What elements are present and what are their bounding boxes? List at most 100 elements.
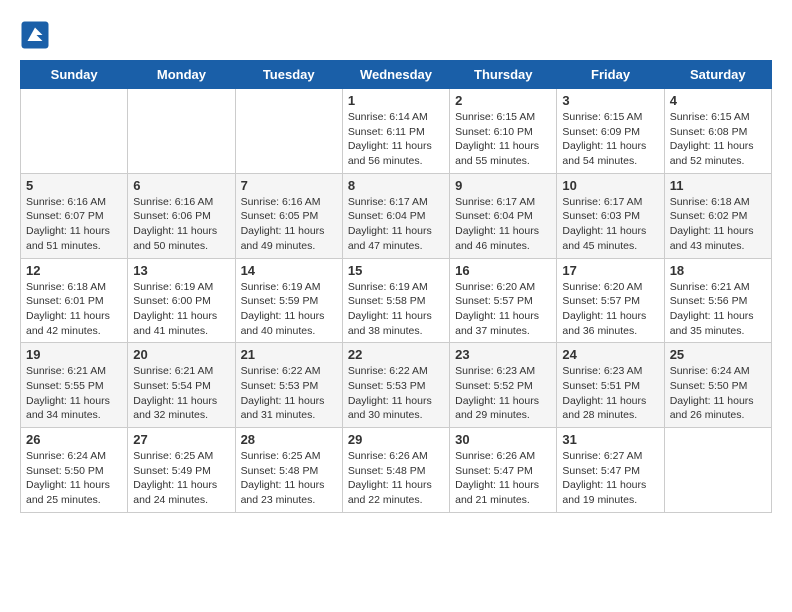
calendar-body: 1 Sunrise: 6:14 AMSunset: 6:11 PMDaylight… [21, 89, 772, 513]
calendar-cell: 17 Sunrise: 6:20 AMSunset: 5:57 PMDayligh… [557, 258, 664, 343]
day-number: 16 [455, 263, 551, 278]
cell-info: Sunrise: 6:25 AMSunset: 5:48 PMDaylight:… [241, 449, 337, 508]
calendar-cell: 10 Sunrise: 6:17 AMSunset: 6:03 PMDayligh… [557, 173, 664, 258]
day-number: 27 [133, 432, 229, 447]
day-number: 25 [670, 347, 766, 362]
cell-info: Sunrise: 6:25 AMSunset: 5:49 PMDaylight:… [133, 449, 229, 508]
day-number: 5 [26, 178, 122, 193]
day-header-tuesday: Tuesday [235, 61, 342, 89]
cell-info: Sunrise: 6:19 AMSunset: 6:00 PMDaylight:… [133, 280, 229, 339]
cell-info: Sunrise: 6:23 AMSunset: 5:52 PMDaylight:… [455, 364, 551, 423]
day-number: 30 [455, 432, 551, 447]
calendar-cell: 27 Sunrise: 6:25 AMSunset: 5:49 PMDayligh… [128, 428, 235, 513]
calendar-week-4: 19 Sunrise: 6:21 AMSunset: 5:55 PMDayligh… [21, 343, 772, 428]
day-number: 20 [133, 347, 229, 362]
day-number: 7 [241, 178, 337, 193]
calendar-cell: 26Sunrise: 6:24 AMSunset: 5:50 PMDayligh… [21, 428, 128, 513]
cell-info: Sunrise: 6:21 AMSunset: 5:54 PMDaylight:… [133, 364, 229, 423]
day-number: 19 [26, 347, 122, 362]
calendar-header-row: SundayMondayTuesdayWednesdayThursdayFrid… [21, 61, 772, 89]
calendar-cell: 15Sunrise: 6:19 AMSunset: 5:58 PMDayligh… [342, 258, 449, 343]
day-number: 18 [670, 263, 766, 278]
calendar-week-1: 1 Sunrise: 6:14 AMSunset: 6:11 PMDaylight… [21, 89, 772, 174]
calendar-week-5: 26Sunrise: 6:24 AMSunset: 5:50 PMDayligh… [21, 428, 772, 513]
cell-info: Sunrise: 6:24 AMSunset: 5:50 PMDaylight:… [670, 364, 766, 423]
cell-info: Sunrise: 6:26 AMSunset: 5:47 PMDaylight:… [455, 449, 551, 508]
day-number: 14 [241, 263, 337, 278]
day-number: 10 [562, 178, 658, 193]
calendar-cell: 29 Sunrise: 6:26 AMSunset: 5:48 PMDayligh… [342, 428, 449, 513]
calendar-cell: 20 Sunrise: 6:21 AMSunset: 5:54 PMDayligh… [128, 343, 235, 428]
day-number: 4 [670, 93, 766, 108]
day-number: 29 [348, 432, 444, 447]
calendar-week-2: 5 Sunrise: 6:16 AMSunset: 6:07 PMDaylight… [21, 173, 772, 258]
cell-info: Sunrise: 6:20 AMSunset: 5:57 PMDaylight:… [455, 280, 551, 339]
day-number: 23 [455, 347, 551, 362]
cell-info: Sunrise: 6:18 AMSunset: 6:01 PMDaylight:… [26, 280, 122, 339]
cell-info: Sunrise: 6:17 AMSunset: 6:03 PMDaylight:… [562, 195, 658, 254]
calendar-cell: 4 Sunrise: 6:15 AMSunset: 6:08 PMDaylight… [664, 89, 771, 174]
calendar-week-3: 12 Sunrise: 6:18 AMSunset: 6:01 PMDayligh… [21, 258, 772, 343]
calendar-cell: 5 Sunrise: 6:16 AMSunset: 6:07 PMDaylight… [21, 173, 128, 258]
calendar-cell: 28 Sunrise: 6:25 AMSunset: 5:48 PMDayligh… [235, 428, 342, 513]
day-number: 13 [133, 263, 229, 278]
calendar-cell: 31Sunrise: 6:27 AMSunset: 5:47 PMDayligh… [557, 428, 664, 513]
calendar-cell: 24 Sunrise: 6:23 AMSunset: 5:51 PMDayligh… [557, 343, 664, 428]
calendar-cell: 3 Sunrise: 6:15 AMSunset: 6:09 PMDaylight… [557, 89, 664, 174]
calendar-cell: 12 Sunrise: 6:18 AMSunset: 6:01 PMDayligh… [21, 258, 128, 343]
cell-info: Sunrise: 6:20 AMSunset: 5:57 PMDaylight:… [562, 280, 658, 339]
cell-info: Sunrise: 6:19 AMSunset: 5:58 PMDaylight:… [348, 280, 444, 339]
cell-info: Sunrise: 6:16 AMSunset: 6:07 PMDaylight:… [26, 195, 122, 254]
day-number: 24 [562, 347, 658, 362]
calendar-cell [235, 89, 342, 174]
cell-info: Sunrise: 6:14 AMSunset: 6:11 PMDaylight:… [348, 110, 444, 169]
cell-info: Sunrise: 6:21 AMSunset: 5:55 PMDaylight:… [26, 364, 122, 423]
calendar-cell: 1 Sunrise: 6:14 AMSunset: 6:11 PMDaylight… [342, 89, 449, 174]
calendar-cell [128, 89, 235, 174]
cell-info: Sunrise: 6:17 AMSunset: 6:04 PMDaylight:… [348, 195, 444, 254]
day-header-thursday: Thursday [450, 61, 557, 89]
day-number: 26 [26, 432, 122, 447]
cell-info: Sunrise: 6:26 AMSunset: 5:48 PMDaylight:… [348, 449, 444, 508]
calendar-cell: 30 Sunrise: 6:26 AMSunset: 5:47 PMDayligh… [450, 428, 557, 513]
calendar-cell: 25 Sunrise: 6:24 AMSunset: 5:50 PMDayligh… [664, 343, 771, 428]
cell-info: Sunrise: 6:16 AMSunset: 6:05 PMDaylight:… [241, 195, 337, 254]
day-number: 21 [241, 347, 337, 362]
calendar-cell: 6Sunrise: 6:16 AMSunset: 6:06 PMDaylight… [128, 173, 235, 258]
logo [20, 20, 54, 50]
calendar-cell: 11 Sunrise: 6:18 AMSunset: 6:02 PMDayligh… [664, 173, 771, 258]
day-number: 8 [348, 178, 444, 193]
calendar-cell: 23 Sunrise: 6:23 AMSunset: 5:52 PMDayligh… [450, 343, 557, 428]
calendar-cell: 14 Sunrise: 6:19 AMSunset: 5:59 PMDayligh… [235, 258, 342, 343]
cell-info: Sunrise: 6:18 AMSunset: 6:02 PMDaylight:… [670, 195, 766, 254]
day-header-friday: Friday [557, 61, 664, 89]
cell-info: Sunrise: 6:17 AMSunset: 6:04 PMDaylight:… [455, 195, 551, 254]
cell-info: Sunrise: 6:23 AMSunset: 5:51 PMDaylight:… [562, 364, 658, 423]
cell-info: Sunrise: 6:15 AMSunset: 6:08 PMDaylight:… [670, 110, 766, 169]
day-number: 1 [348, 93, 444, 108]
day-number: 6 [133, 178, 229, 193]
calendar-cell: 7 Sunrise: 6:16 AMSunset: 6:05 PMDaylight… [235, 173, 342, 258]
calendar-cell: 16 Sunrise: 6:20 AMSunset: 5:57 PMDayligh… [450, 258, 557, 343]
calendar-cell: 2Sunrise: 6:15 AMSunset: 6:10 PMDaylight… [450, 89, 557, 174]
cell-info: Sunrise: 6:19 AMSunset: 5:59 PMDaylight:… [241, 280, 337, 339]
logo-icon [20, 20, 50, 50]
day-number: 12 [26, 263, 122, 278]
day-header-wednesday: Wednesday [342, 61, 449, 89]
cell-info: Sunrise: 6:22 AMSunset: 5:53 PMDaylight:… [241, 364, 337, 423]
day-header-monday: Monday [128, 61, 235, 89]
calendar-cell: 9Sunrise: 6:17 AMSunset: 6:04 PMDaylight… [450, 173, 557, 258]
day-number: 3 [562, 93, 658, 108]
calendar-cell: 21 Sunrise: 6:22 AMSunset: 5:53 PMDayligh… [235, 343, 342, 428]
page-header [20, 20, 772, 50]
calendar-cell [664, 428, 771, 513]
day-number: 11 [670, 178, 766, 193]
day-number: 28 [241, 432, 337, 447]
calendar-cell [21, 89, 128, 174]
cell-info: Sunrise: 6:15 AMSunset: 6:09 PMDaylight:… [562, 110, 658, 169]
day-number: 17 [562, 263, 658, 278]
cell-info: Sunrise: 6:22 AMSunset: 5:53 PMDaylight:… [348, 364, 444, 423]
calendar-cell: 13 Sunrise: 6:19 AMSunset: 6:00 PMDayligh… [128, 258, 235, 343]
day-header-saturday: Saturday [664, 61, 771, 89]
cell-info: Sunrise: 6:27 AMSunset: 5:47 PMDaylight:… [562, 449, 658, 508]
